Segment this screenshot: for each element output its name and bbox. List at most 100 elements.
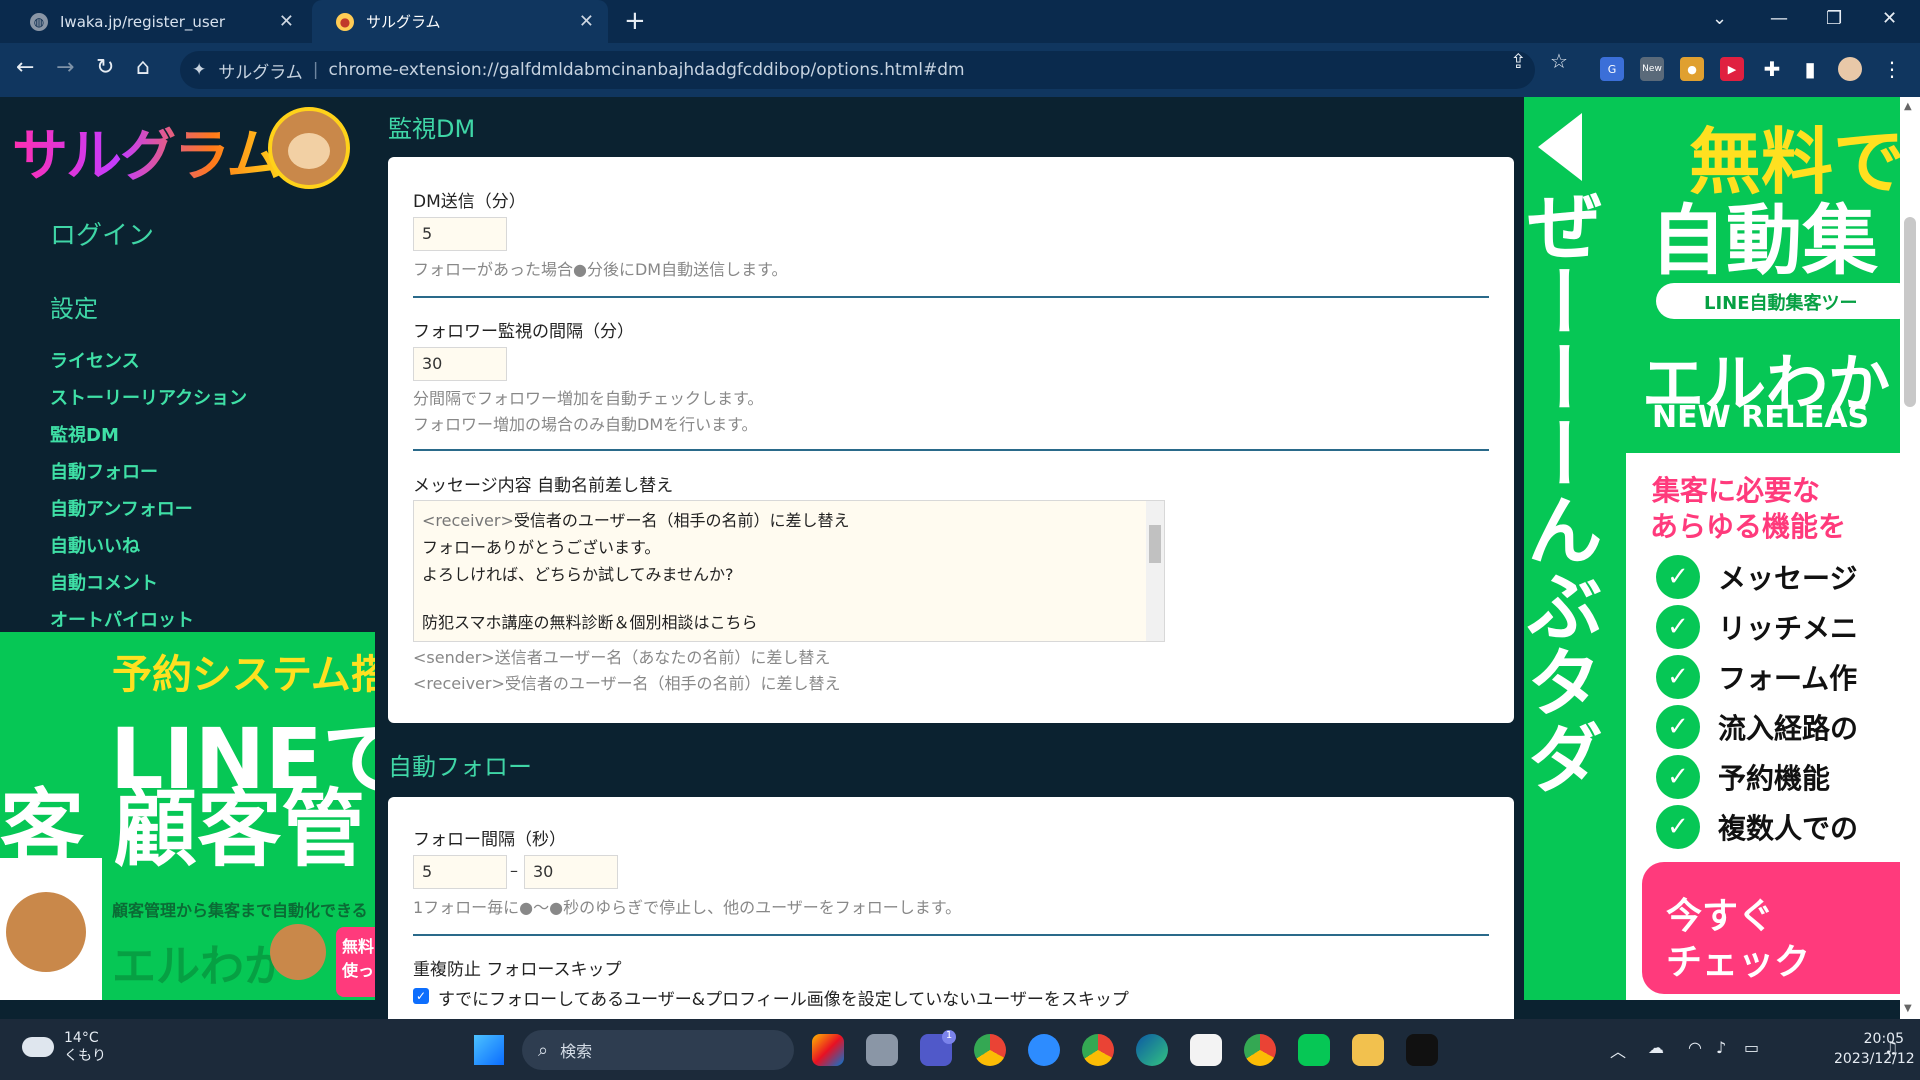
home-icon[interactable]: ⌂ xyxy=(136,55,150,80)
sidebar-item-story-reaction[interactable]: ストーリーリアクション xyxy=(50,384,247,410)
menu-kebab-icon[interactable]: ⋮ xyxy=(1880,57,1904,81)
ad-feature: ✓ リッチメニ xyxy=(1656,605,1858,649)
new-extension-icon[interactable]: New xyxy=(1640,57,1664,81)
edge-icon[interactable] xyxy=(1136,1034,1168,1066)
bookmark-star-icon[interactable]: ☆ xyxy=(1550,49,1568,73)
zoom-icon[interactable] xyxy=(1028,1034,1060,1066)
ad-feature: ✓ メッセージ xyxy=(1656,555,1857,599)
file-explorer-icon[interactable] xyxy=(1352,1034,1384,1066)
windows-start-icon[interactable] xyxy=(474,1035,504,1065)
video-extension-icon[interactable]: ▶ xyxy=(1720,57,1744,81)
arrow-left-icon xyxy=(1538,113,1582,181)
dm-send-hint: フォローがあった場合●分後にDM自動送信します。 xyxy=(413,260,788,279)
search-icon: ⌕ xyxy=(538,1039,549,1061)
message-line: <receiver>受信者のユーザー名（相手の名前）に差し替え xyxy=(422,511,850,530)
scrollbar-thumb[interactable] xyxy=(1904,217,1916,407)
page-scrollbar[interactable]: ▲ ▼ xyxy=(1900,97,1920,1019)
close-tab-icon[interactable]: ✕ xyxy=(279,11,294,32)
tab-strip: ◍ Iwaka.jp/register_user ✕ ● サルグラム ✕ + ⌄… xyxy=(0,0,1920,43)
side-panel-icon[interactable]: ▮ xyxy=(1798,57,1822,81)
sidebar-item-auto-unfollow[interactable]: 自動アンフォロー xyxy=(50,495,193,521)
check-icon: ✓ xyxy=(1656,705,1700,749)
follow-interval-max-input[interactable]: 30 xyxy=(524,855,618,889)
chrome-icon[interactable] xyxy=(1082,1034,1114,1066)
divider xyxy=(413,934,1489,936)
teams-icon[interactable]: 1 xyxy=(920,1030,956,1066)
reload-icon[interactable]: ↻ xyxy=(96,55,114,80)
site-chip: サルグラム xyxy=(218,62,303,83)
ad-banner-right[interactable]: ぜーーーんぶタダ 無料で 自動集 LINE自動集客ツー エルわか NEW REL… xyxy=(1524,97,1900,1000)
dm-send-minutes-input[interactable]: 5 xyxy=(413,217,507,251)
minimize-button[interactable]: — xyxy=(1770,8,1788,29)
ad-feature: ✓ フォーム作 xyxy=(1656,655,1857,699)
close-tab-icon[interactable]: ✕ xyxy=(579,11,594,32)
sender-hint: <sender>送信者ユーザー名（あなたの名前）に差し替え xyxy=(413,648,831,667)
forward-icon[interactable]: → xyxy=(56,55,74,80)
tab-register-user[interactable]: ◍ Iwaka.jp/register_user ✕ xyxy=(6,0,308,43)
skip-checkbox-label[interactable]: すでにフォローしてあるユーザー&プロフィール画像を設定していないユーザーをスキッ… xyxy=(438,985,1129,1010)
sidebar-item-auto-like[interactable]: 自動いいね xyxy=(50,532,140,558)
message-line: フォローありがとうございます。 xyxy=(422,538,661,557)
line-icon[interactable] xyxy=(1298,1034,1330,1066)
extensions-puzzle-icon[interactable]: ✚ xyxy=(1760,57,1784,81)
sidebar-item-auto-follow[interactable]: 自動フォロー xyxy=(50,458,158,484)
chrome-icon[interactable] xyxy=(974,1034,1006,1066)
sidebar-item-auto-comment[interactable]: 自動コメント xyxy=(50,569,158,595)
ad-cta-text: チェック xyxy=(1666,942,1811,983)
onedrive-icon[interactable]: ☁ xyxy=(1648,1038,1664,1057)
back-icon[interactable]: ← xyxy=(16,55,34,80)
tab-sarugram[interactable]: ● サルグラム ✕ xyxy=(312,0,608,43)
scroll-up-icon[interactable]: ▲ xyxy=(1904,101,1912,112)
monitor-interval-input[interactable]: 30 xyxy=(413,347,507,381)
follow-interval-min-input[interactable]: 5 xyxy=(413,855,507,889)
range-dash: – xyxy=(510,861,518,880)
sidebar-item-monitor-dm[interactable]: 監視DM xyxy=(50,421,119,447)
battery-icon[interactable]: ▭ xyxy=(1744,1038,1759,1057)
share-icon[interactable]: ⇪ xyxy=(1510,49,1527,73)
textarea-scrollbar[interactable] xyxy=(1146,501,1164,641)
follow-interval-label: フォロー間隔（秒） xyxy=(413,830,566,850)
monkey-icon: ● xyxy=(336,12,354,31)
tray-chevron-icon[interactable]: ︿ xyxy=(1610,1038,1626,1062)
sarugram-extension-icon[interactable]: ● xyxy=(1680,57,1704,81)
sidebar-login[interactable]: ログイン xyxy=(50,215,154,252)
ad-text: 集客に必要な xyxy=(1652,474,1821,507)
check-icon: ✓ xyxy=(1656,555,1700,599)
store-icon[interactable] xyxy=(1190,1034,1222,1066)
ad-text: あらゆる機能を xyxy=(1650,510,1847,543)
ad-vertical-text: ぜーーーんぶタダ xyxy=(1524,187,1603,795)
tiktok-icon[interactable] xyxy=(1406,1034,1438,1066)
weather-widget[interactable]: 14°C くもり xyxy=(22,1029,106,1065)
message-textarea[interactable]: <receiver>受信者のユーザー名（相手の名前）に差し替え フォローありがと… xyxy=(413,500,1165,642)
chrome-icon[interactable] xyxy=(1244,1034,1276,1066)
task-view-icon[interactable] xyxy=(866,1034,898,1066)
ad-banner-left[interactable]: 予約システム搭 LINEで 客 顧客管 顧客管理から集客まで自動化できる エルわ… xyxy=(0,632,375,1000)
copilot-icon[interactable] xyxy=(812,1034,844,1066)
notification-bell-icon[interactable]: ♫ xyxy=(1884,1038,1898,1057)
maximize-button[interactable]: ❐ xyxy=(1826,8,1842,29)
cloud-icon xyxy=(22,1037,54,1057)
scroll-down-icon[interactable]: ▼ xyxy=(1904,1003,1912,1014)
sidebar-item-license[interactable]: ライセンス xyxy=(50,347,140,373)
wifi-icon[interactable]: ◠ xyxy=(1688,1038,1702,1057)
monkey-mascot-icon xyxy=(270,924,326,980)
monitor-hint-1: 分間隔でフォロワー増加を自動チェックします。 xyxy=(413,389,764,408)
volume-icon[interactable]: ♪ xyxy=(1716,1038,1726,1057)
skip-checkbox[interactable]: ✓ xyxy=(413,988,429,1004)
omnibox[interactable]: ✦ サルグラム | chrome-extension://galfdmldabm… xyxy=(180,51,1535,89)
close-window-button[interactable]: ✕ xyxy=(1882,8,1897,29)
taskbar-search[interactable]: ⌕ 検索 xyxy=(522,1030,794,1070)
sidebar-item-autopilot[interactable]: オートパイロット xyxy=(50,606,194,632)
check-icon: ✓ xyxy=(1656,755,1700,799)
scrollbar-thumb[interactable] xyxy=(1149,525,1161,563)
profile-avatar[interactable] xyxy=(1838,57,1862,81)
new-tab-button[interactable]: + xyxy=(624,6,646,36)
taskbar: 14°C くもり ⌕ 検索 1 ︿ ☁ ◠ ♪ ▭ 20:05 2023/12/… xyxy=(0,1019,1920,1080)
ad-feature: ✓ 流入経路の xyxy=(1656,705,1858,749)
follow-interval-hint: 1フォロー毎に●～●秒のゆらぎで停止し、他のユーザーをフォローします。 xyxy=(413,898,962,917)
ad-text: 顧客管理から集客まで自動化できる xyxy=(112,901,368,920)
tab-search-chevron-icon[interactable]: ⌄ xyxy=(1712,8,1727,29)
section-title-monitor-dm: 監視DM xyxy=(388,115,476,143)
url-text[interactable]: chrome-extension://galfdmldabmcinanbajhd… xyxy=(328,60,964,80)
translate-extension-icon[interactable]: G xyxy=(1600,57,1624,81)
